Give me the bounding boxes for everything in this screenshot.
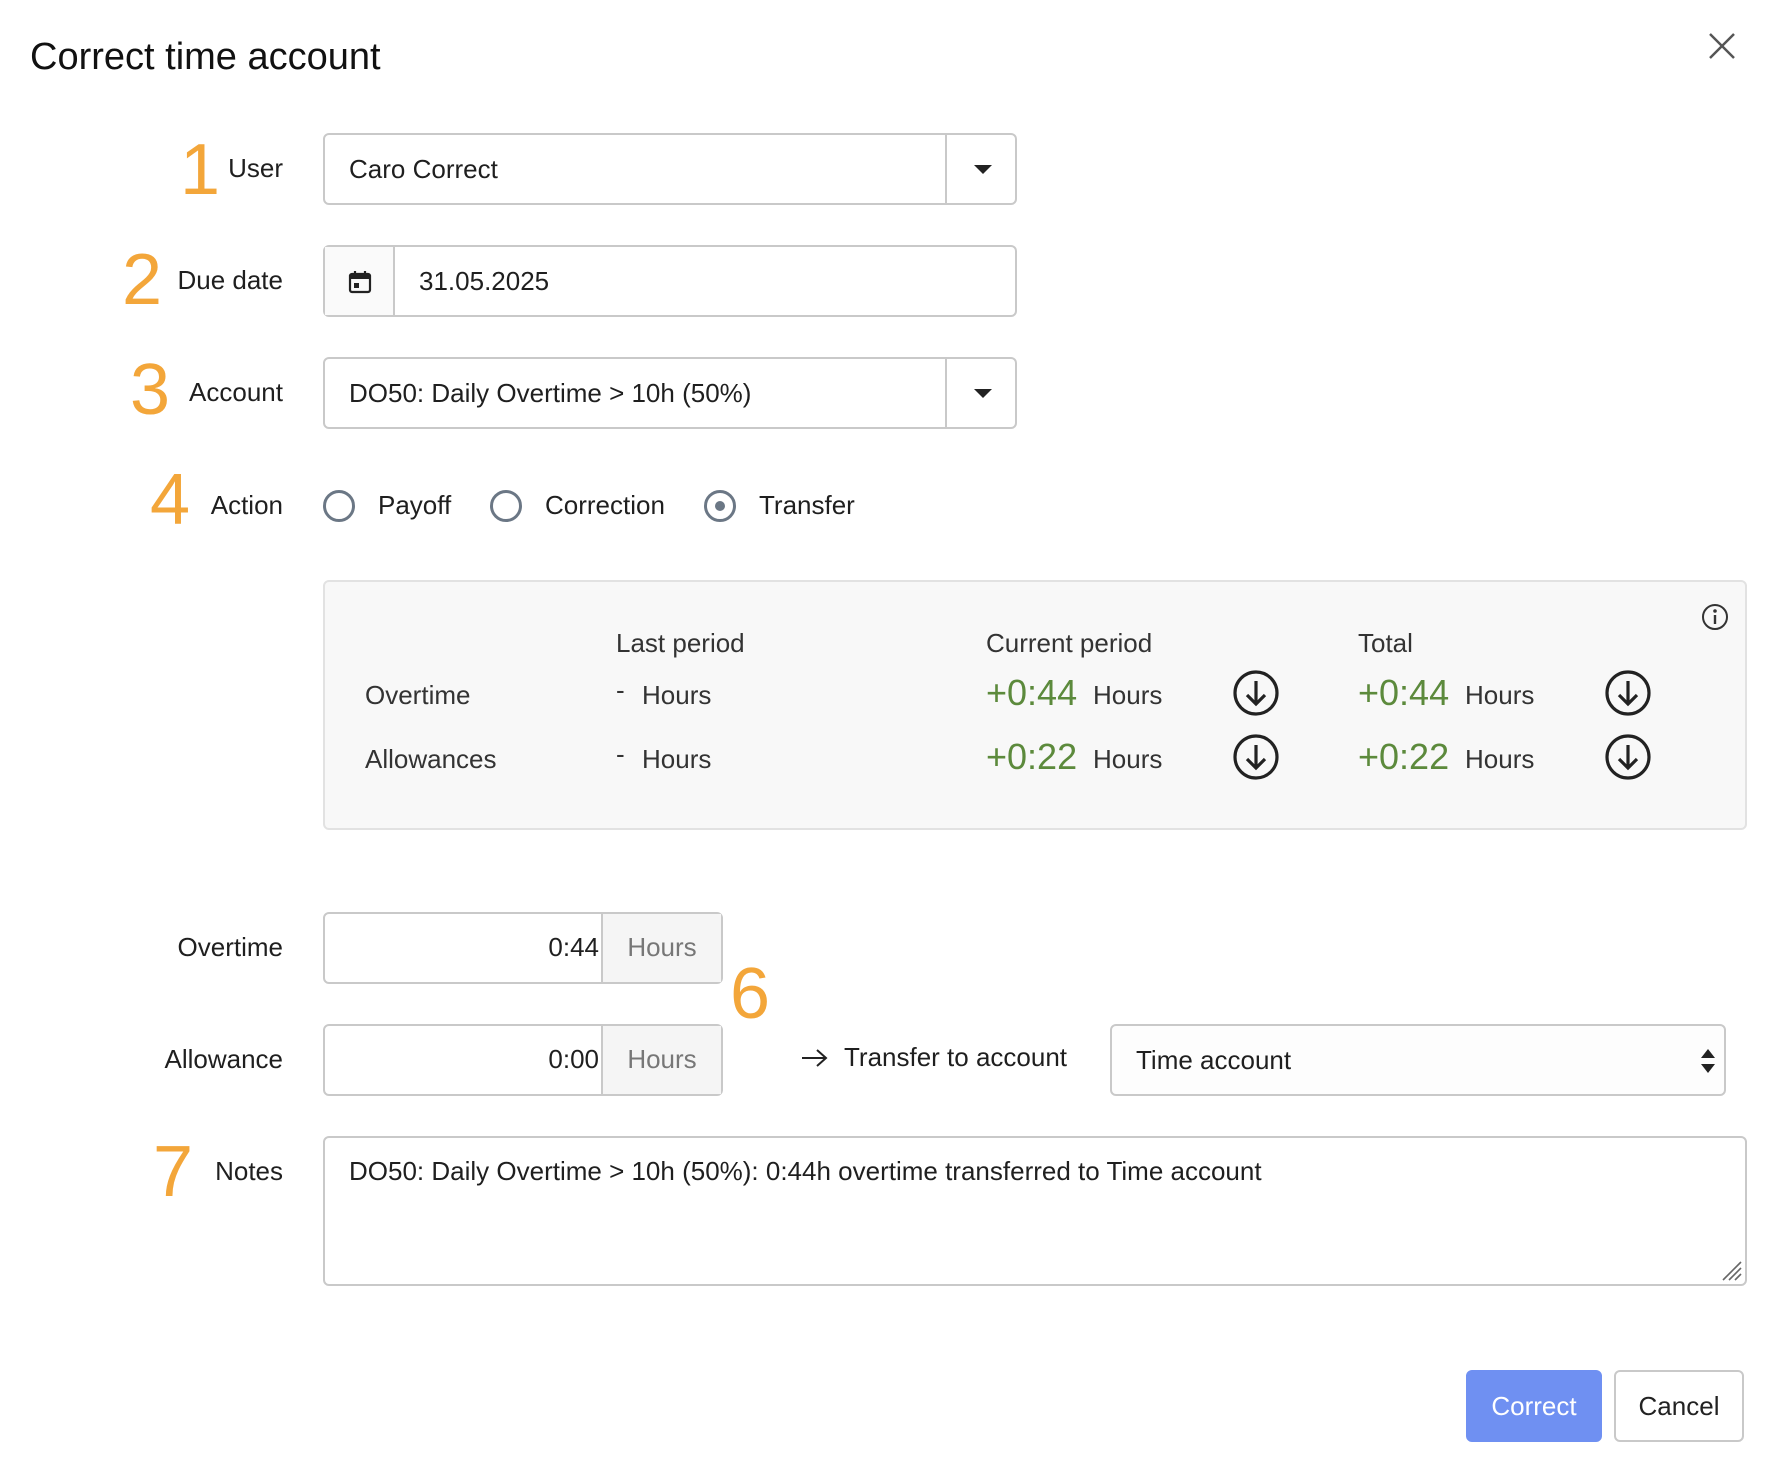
select-updown-icon[interactable] xyxy=(1698,1046,1718,1076)
header-total: Total xyxy=(1358,628,1413,658)
transfer-to-account-label: Transfer to account xyxy=(844,1042,1068,1072)
transfer-account-value: Time account xyxy=(1136,1045,1292,1075)
action-label: Action xyxy=(210,490,283,520)
allowances-current-unit: Hours xyxy=(1093,744,1163,774)
account-select[interactable]: DO50: Daily Overtime > 10h (50%) xyxy=(323,357,1017,429)
overtime-current-unit: Hours xyxy=(1093,680,1163,710)
arrow-down-circle-icon[interactable] xyxy=(1231,732,1281,782)
due-date-label: Due date xyxy=(177,265,283,295)
due-date-input[interactable]: 31.05.2025 xyxy=(419,247,549,315)
overtime-last-unit: Hours xyxy=(642,680,712,710)
transfer-account-select[interactable]: Time account xyxy=(1110,1024,1726,1096)
allowances-current-value: +0:22 xyxy=(986,736,1078,777)
radio-circle[interactable] xyxy=(323,490,355,522)
radio-circle-selected[interactable] xyxy=(704,490,736,522)
arrow-down-circle-icon[interactable] xyxy=(1603,732,1653,782)
allowances-last-value: - xyxy=(616,739,625,769)
calendar-icon xyxy=(348,271,372,294)
notes-textarea[interactable]: DO50: Daily Overtime > 10h (50%): 0:44h … xyxy=(323,1136,1747,1286)
notes-text[interactable]: DO50: Daily Overtime > 10h (50%): 0:44h … xyxy=(349,1156,1262,1187)
correct-time-account-dialog: Correct time account 1 2 3 4 5 6 7 User … xyxy=(0,0,1776,1474)
correct-button[interactable]: Correct xyxy=(1466,1370,1602,1442)
overtime-total-value: +0:44 xyxy=(1358,672,1450,713)
arrow-down-circle-icon[interactable] xyxy=(1603,668,1653,718)
account-dropdown-button[interactable] xyxy=(945,359,1015,427)
overtime-unit: Hours xyxy=(601,914,721,982)
step-number-6: 6 xyxy=(730,954,771,1034)
row-label-allowances: Allowances xyxy=(365,744,497,774)
caret-down-icon xyxy=(974,389,992,398)
arrow-down-circle-icon[interactable] xyxy=(1231,668,1281,718)
header-last-period: Last period xyxy=(616,628,745,658)
allowance-input[interactable]: 0:00 xyxy=(349,1026,599,1092)
user-label: User xyxy=(228,153,283,183)
user-select-value: Caro Correct xyxy=(349,154,498,184)
radio-transfer-label[interactable]: Transfer xyxy=(759,490,855,521)
account-label: Account xyxy=(189,377,283,407)
arrow-right-icon xyxy=(802,1049,828,1067)
caret-down-icon xyxy=(974,165,992,174)
account-summary-panel: Last period Current period Total Overtim… xyxy=(323,580,1747,830)
overtime-input[interactable]: 0:44 xyxy=(349,914,599,980)
dialog-title: Correct time account xyxy=(30,36,381,78)
header-current-period: Current period xyxy=(986,628,1153,658)
cancel-button[interactable]: Cancel xyxy=(1614,1370,1744,1442)
overtime-current-value: +0:44 xyxy=(986,672,1078,713)
radio-selected-dot xyxy=(715,501,725,511)
user-select[interactable]: Caro Correct xyxy=(323,133,1017,205)
allowance-label: Allowance xyxy=(164,1044,283,1074)
row-label-overtime: Overtime xyxy=(365,680,471,710)
calendar-button[interactable] xyxy=(325,247,395,315)
allowances-last-unit: Hours xyxy=(642,744,712,774)
overtime-last-value: - xyxy=(616,675,625,705)
notes-label: Notes xyxy=(215,1156,283,1186)
info-icon[interactable] xyxy=(1700,602,1730,632)
overtime-input-group: 0:44 Hours xyxy=(323,912,723,984)
radio-correction-label[interactable]: Correction xyxy=(545,490,665,521)
overtime-total-unit: Hours xyxy=(1465,680,1535,710)
radio-payoff-label[interactable]: Payoff xyxy=(378,490,451,521)
close-icon[interactable] xyxy=(1700,24,1744,68)
due-date-field[interactable]: 31.05.2025 xyxy=(323,245,1017,317)
account-select-value: DO50: Daily Overtime > 10h (50%) xyxy=(349,378,752,408)
radio-circle[interactable] xyxy=(490,490,522,522)
user-dropdown-button[interactable] xyxy=(945,135,1015,203)
allowances-total-unit: Hours xyxy=(1465,744,1535,774)
overtime-label: Overtime xyxy=(177,932,283,962)
allowances-total-value: +0:22 xyxy=(1358,736,1450,777)
allowance-input-group: 0:00 Hours xyxy=(323,1024,723,1096)
allowance-unit: Hours xyxy=(601,1026,721,1094)
resize-handle-icon[interactable] xyxy=(1719,1258,1743,1282)
